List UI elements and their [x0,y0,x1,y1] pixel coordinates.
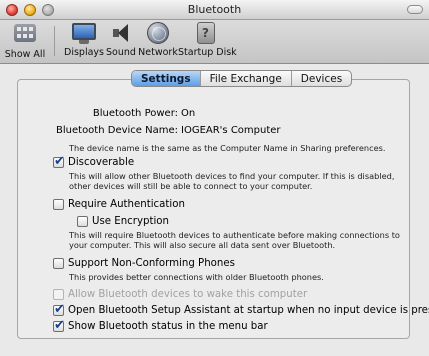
sound-button[interactable]: Sound [104,22,138,58]
network-label: Network [138,47,178,58]
require-authentication-label[interactable]: Require Authentication [68,199,185,210]
discoverable-description-line-1: This will allow other Bluetooth devices … [69,171,395,181]
allow-wake-label: Allow Bluetooth devices to wake this com… [68,289,308,300]
display-icon [72,23,96,40]
globe-icon [147,22,169,44]
power-label: Bluetooth Power: [92,108,178,119]
non-conforming-description: This provides better connections with ol… [69,272,324,282]
encryption-description-line-1: This will require Bluetooth devices to a… [69,230,400,240]
toolbar-toggle-button[interactable] [407,5,423,14]
startup-disk-label: Startup Disk [178,47,237,58]
speaker-icon [111,22,131,44]
show-all-label: Show All [4,49,46,60]
device-name-label: Bluetooth Device Name: [56,125,178,136]
require-authentication-checkbox[interactable] [53,199,64,210]
menu-bar-status-checkbox[interactable] [53,318,65,333]
sound-label: Sound [106,47,136,58]
disk-icon [197,22,215,44]
encryption-description-line-2: your computer. This will also secure all… [69,240,336,250]
use-encryption-checkbox[interactable] [77,216,88,227]
allow-wake-checkbox [53,289,64,300]
discoverable-checkbox[interactable] [53,154,65,169]
discoverable-description-line-2: other devices will still be able to conn… [69,181,313,191]
non-conforming-phones-checkbox[interactable] [53,258,64,269]
startup-disk-button[interactable]: Startup Disk [178,22,237,58]
setup-assistant-label[interactable]: Open Bluetooth Setup Assistant at startu… [68,305,429,316]
toolbar: Show All Displays Sound Network Startup … [0,20,429,64]
toolbar-divider [54,26,55,56]
window-title: Bluetooth [187,3,242,16]
grid-icon [14,24,36,42]
network-button[interactable]: Network [137,22,179,58]
settings-panel: Bluetooth Power: On Bluetooth Device Nam… [17,79,429,339]
non-conforming-phones-label[interactable]: Support Non-Conforming Phones [68,258,235,269]
tab-file-exchange[interactable]: File Exchange [199,71,291,86]
power-value: On [181,108,196,119]
show-all-button[interactable]: Show All [2,22,48,60]
title-bar: Bluetooth [0,0,429,20]
setup-assistant-checkbox[interactable] [53,302,65,317]
menu-bar-status-label[interactable]: Show Bluetooth status in the menu bar [68,321,268,332]
discoverable-label[interactable]: Discoverable [68,157,134,168]
tab-settings[interactable]: Settings [132,71,200,86]
displays-button[interactable]: Displays [62,22,106,58]
tab-devices[interactable]: Devices [290,71,351,86]
tab-bar: Settings File Exchange Devices [131,70,353,87]
device-name-value: IOGEAR's Computer [181,125,281,136]
device-name-note: The device name is the same as the Compu… [69,143,386,153]
displays-label: Displays [64,47,104,58]
use-encryption-label[interactable]: Use Encryption [92,216,169,227]
